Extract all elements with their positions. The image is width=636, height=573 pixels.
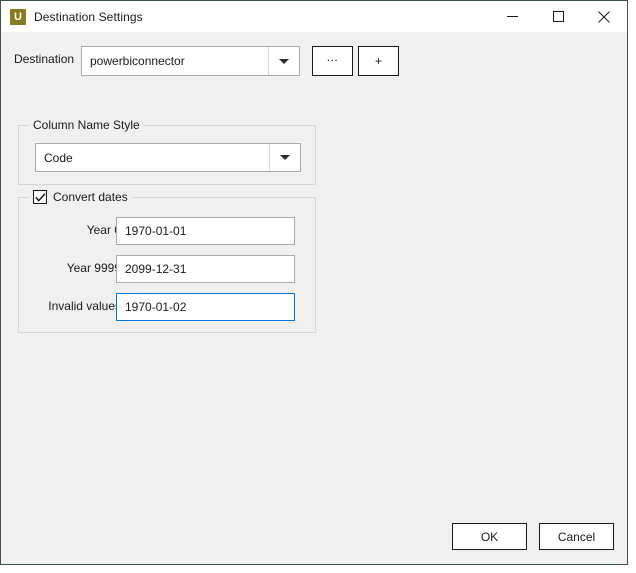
destination-value[interactable]: powerbiconnector — [82, 47, 268, 75]
dialog-footer: OK Cancel — [452, 523, 614, 550]
minimize-button[interactable] — [489, 1, 535, 32]
title-bar-left: U Destination Settings — [1, 8, 143, 25]
convert-dates-group-label: Convert dates — [53, 190, 128, 204]
close-button[interactable] — [581, 1, 627, 32]
add-button[interactable]: + — [358, 46, 399, 76]
column-name-style-dropdown-button[interactable] — [269, 144, 300, 171]
destination-settings-window: U Destination Settings Destination power… — [0, 0, 628, 565]
year-0-input[interactable]: 1970-01-01 — [116, 217, 295, 245]
column-name-style-combobox[interactable]: Code — [35, 143, 301, 172]
convert-dates-checkbox[interactable] — [33, 190, 47, 204]
chevron-down-icon — [280, 155, 290, 160]
dialog-content: Destination powerbiconnector ... + Colum… — [1, 32, 627, 564]
year-9999-input[interactable]: 2099-12-31 — [116, 255, 295, 283]
destination-dropdown-button[interactable] — [268, 47, 299, 75]
column-name-style-group: Column Name Style Code — [18, 118, 316, 185]
add-button-label: + — [374, 54, 382, 68]
field-row-invalid-values: Invalid values 1970-01-02 — [19, 293, 315, 321]
ok-button[interactable]: OK — [452, 523, 527, 550]
window-title: Destination Settings — [34, 9, 143, 24]
maximize-button[interactable] — [535, 1, 581, 32]
invalid-values-label: Invalid values — [48, 299, 121, 313]
browse-button[interactable]: ... — [312, 46, 353, 76]
chevron-down-icon — [279, 58, 289, 64]
cancel-button-label: Cancel — [557, 529, 596, 544]
window-controls — [489, 1, 627, 32]
year-9999-label: Year 9999 — [66, 261, 121, 275]
minimize-icon — [506, 11, 518, 22]
title-bar: U Destination Settings — [1, 1, 627, 32]
column-name-style-value[interactable]: Code — [36, 144, 269, 171]
invalid-values-input[interactable]: 1970-01-02 — [116, 293, 295, 321]
convert-dates-group-title: Convert dates — [29, 190, 132, 204]
field-row-year-0: Year 0 1970-01-01 — [19, 217, 315, 245]
checkmark-icon — [34, 192, 46, 202]
close-icon — [598, 10, 610, 23]
destination-combobox[interactable]: powerbiconnector — [81, 46, 300, 76]
column-name-style-group-title: Column Name Style — [29, 118, 144, 132]
maximize-icon — [552, 11, 564, 22]
field-row-year-9999: Year 9999 2099-12-31 — [19, 255, 315, 283]
destination-label: Destination — [14, 52, 75, 66]
app-logo-icon: U — [10, 8, 26, 25]
destination-row: Destination powerbiconnector ... + — [1, 46, 627, 76]
ok-button-label: OK — [480, 529, 499, 544]
browse-button-label: ... — [326, 50, 339, 64]
convert-dates-group: Convert dates Year 0 1970-01-01 Year 999… — [18, 190, 316, 333]
column-name-style-group-label: Column Name Style — [33, 118, 140, 132]
cancel-button[interactable]: Cancel — [539, 523, 614, 550]
